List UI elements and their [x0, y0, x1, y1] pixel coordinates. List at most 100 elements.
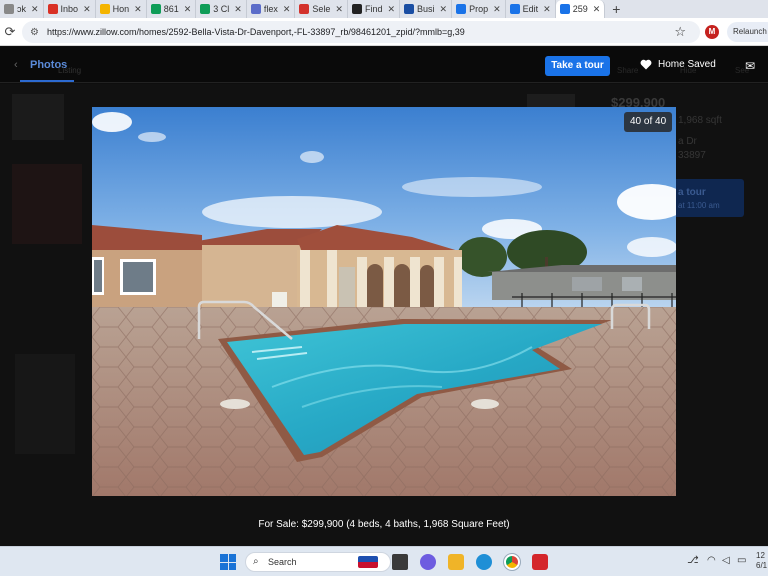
network-settings-icon[interactable]: ⎇: [687, 555, 699, 566]
ghost-thumbnail: [12, 94, 64, 140]
clock-date: 6/1: [756, 561, 768, 570]
browser-tab[interactable]: Find ✕: [348, 0, 401, 18]
clock-time: 12: [756, 551, 765, 560]
taskbar-search-box[interactable]: ⌕ Search: [245, 552, 391, 572]
tab-label: Busi: [417, 4, 435, 14]
browser-tab[interactable]: flex ✕: [247, 0, 296, 18]
wifi-icon[interactable]: ◠: [707, 555, 716, 566]
ghost-address-line1: a Dr: [678, 136, 697, 147]
listing-photo-pool[interactable]: [92, 107, 676, 496]
generic-page-icon: [4, 4, 14, 14]
gmail-icon: [47, 4, 58, 14]
tab-label: Edit: [522, 4, 539, 14]
zillow-icon: [456, 4, 467, 14]
browser-tab[interactable]: 861 ✕: [147, 0, 197, 18]
back-arrow-icon[interactable]: ‹: [14, 59, 18, 71]
google-sheets-icon: [150, 4, 161, 14]
teams-chat-icon[interactable]: [420, 554, 436, 570]
browser-tab[interactable]: ɔk ✕: [0, 0, 44, 18]
browser-tab[interactable]: 3 Cl ✕: [196, 0, 247, 18]
close-tab-icon[interactable]: ✕: [184, 4, 192, 15]
tab-label: 259: [572, 4, 588, 14]
ghost-tour-label: a tour: [678, 187, 706, 198]
task-view-icon[interactable]: [392, 554, 408, 570]
pdf-app-icon[interactable]: [532, 554, 548, 570]
close-tab-icon[interactable]: ✕: [593, 4, 601, 15]
google-sheets-icon: [200, 4, 211, 14]
search-icon: ⌕: [253, 556, 259, 567]
ghost-thumbnail: [12, 164, 82, 244]
ghost-thumbnail: [527, 94, 575, 108]
share-ghost-label: Share: [617, 66, 639, 75]
generic-page-icon: [404, 4, 415, 14]
close-tab-icon[interactable]: ✕: [543, 4, 551, 15]
close-tab-icon[interactable]: ✕: [134, 4, 142, 15]
address-bar[interactable]: ⚙ https://www.zillow.com/homes/2592-Bell…: [22, 21, 700, 43]
tab-label: 861: [163, 4, 179, 14]
close-tab-icon[interactable]: ✕: [31, 4, 39, 15]
home-saved-button[interactable]: Home Saved: [640, 59, 716, 70]
windows-taskbar: ⌕ Search ⎇ ◠ ◁ ▭ 12 6/1: [0, 546, 768, 576]
zillow-icon: [559, 4, 570, 14]
browser-tab[interactable]: Prop ✕: [452, 0, 506, 18]
browser-tab[interactable]: Sele ✕: [295, 0, 348, 18]
taskbar-clock[interactable]: 12 6/1: [756, 551, 767, 571]
tab-label: Hon: [112, 4, 130, 14]
browser-toolbar: ⟳ ⚙ https://www.zillow.com/homes/2592-Be…: [0, 18, 768, 46]
file-explorer-icon[interactable]: [448, 554, 464, 570]
chrome-browser-icon[interactable]: [503, 553, 521, 571]
site-info-icon[interactable]: ⚙: [30, 27, 39, 38]
tab-label: Sele: [312, 4, 331, 14]
browser-tab[interactable]: 259 ✕: [555, 0, 606, 18]
bookmark-star-icon[interactable]: ☆: [674, 24, 686, 40]
close-tab-icon[interactable]: ✕: [234, 4, 242, 15]
tab-label: 3 Cl: [213, 4, 230, 14]
take-tour-button[interactable]: Take a tour: [545, 56, 610, 76]
browser-tab[interactable]: Inbo ✕: [44, 0, 96, 18]
ghost-tour-button: a tour at 11:00 am: [672, 179, 744, 217]
ghost-thumbnail: [15, 354, 75, 454]
heart-icon: [640, 59, 652, 70]
close-tab-icon[interactable]: ✕: [83, 4, 91, 15]
home-saved-label: Home Saved: [658, 59, 716, 70]
close-tab-icon[interactable]: ✕: [440, 4, 448, 15]
back-to-listing-label: Listing: [58, 66, 82, 75]
tab-label: ɔk: [17, 4, 26, 14]
close-tab-icon[interactable]: ✕: [335, 4, 343, 15]
generic-page-icon: [299, 4, 310, 14]
edge-browser-icon[interactable]: [476, 554, 492, 570]
generic-page-icon: [351, 4, 362, 14]
close-tab-icon[interactable]: ✕: [493, 4, 501, 15]
browser-tab[interactable]: Hon ✕: [96, 0, 147, 18]
battery-icon[interactable]: ▭: [737, 555, 746, 566]
tab-label: Find: [364, 4, 383, 14]
listing-header: ‹ Photos Listing Share Hide See Take a t…: [0, 47, 768, 83]
windows-start-icon[interactable]: [220, 554, 236, 570]
tab-label: Prop: [469, 4, 489, 14]
relaunch-button[interactable]: Relaunch t: [727, 22, 768, 42]
volume-icon[interactable]: ◁: [722, 555, 730, 566]
close-tab-icon[interactable]: ✕: [283, 4, 291, 15]
ghost-tour-sub: at 11:00 am: [678, 201, 720, 210]
photo-caption: For Sale: $299,900 (4 beds, 4 baths, 1,9…: [258, 519, 510, 530]
reload-icon[interactable]: ⟳: [0, 24, 20, 40]
zillow-icon: [509, 4, 520, 14]
photo-counter: 40 of 40: [624, 112, 673, 132]
generic-page-icon: [250, 4, 261, 14]
browser-tab[interactable]: Busi ✕: [400, 0, 453, 18]
browser-tab-strip: ɔk ✕ Inbo ✕ Hon ✕ 861 ✕ 3 Cl ✕ flex ✕ Sele ✕ Find ✕ Busi…: [0, 0, 768, 18]
tab-label: flex: [263, 4, 278, 14]
mail-share-icon[interactable]: ✉: [745, 59, 755, 73]
ghost-sqft: 1,968 sqft: [678, 115, 722, 126]
google-drive-icon: [99, 4, 110, 14]
browser-tab[interactable]: Edit ✕: [506, 0, 556, 18]
pool-clubhouse-image: [92, 107, 676, 496]
new-tab-icon[interactable]: +: [605, 0, 627, 18]
profile-avatar[interactable]: M: [705, 25, 719, 39]
active-tab-indicator: [20, 80, 74, 82]
taskbar-search-label: Search: [268, 557, 297, 567]
close-tab-icon[interactable]: ✕: [387, 4, 395, 15]
url-text: https://www.zillow.com/homes/2592-Bella-…: [46, 27, 465, 37]
search-highlight-icon: [358, 556, 378, 568]
tab-label: Inbo: [60, 4, 79, 14]
